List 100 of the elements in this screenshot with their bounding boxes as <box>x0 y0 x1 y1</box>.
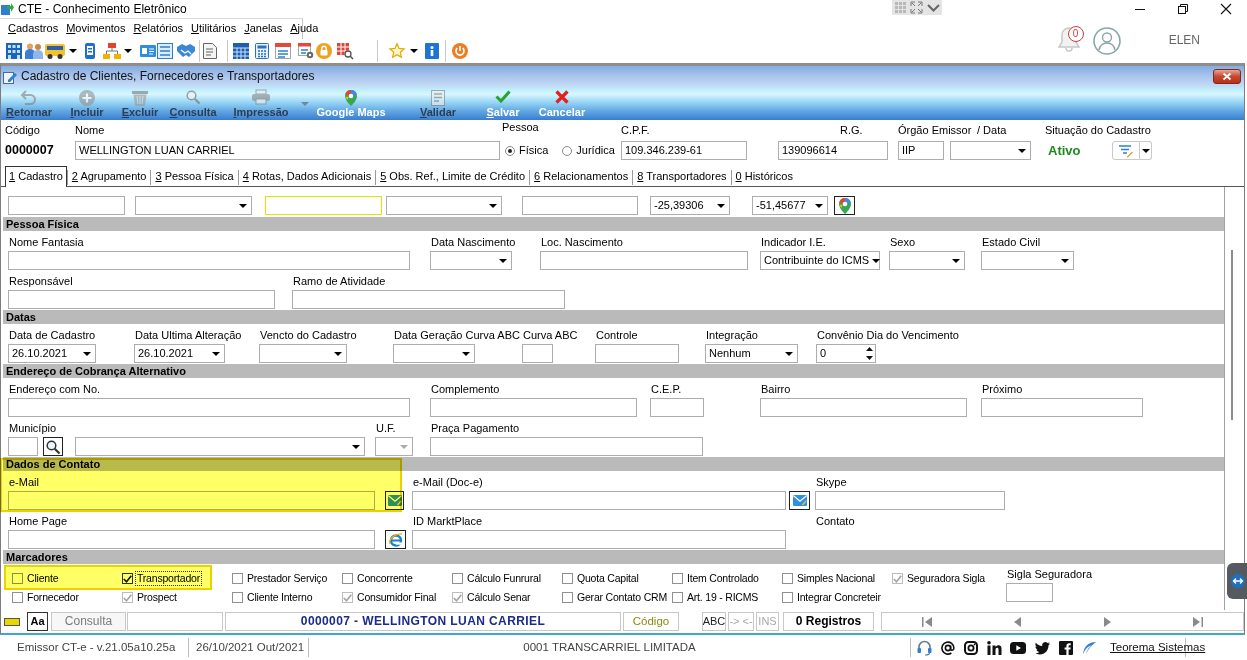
caret-down-icon[interactable] <box>69 49 77 53</box>
bus-icon[interactable] <box>45 43 65 59</box>
instagram-icon[interactable] <box>964 640 978 655</box>
people-icon[interactable] <box>25 43 43 59</box>
sort-order-button[interactable]: Código <box>623 612 679 631</box>
table-search-icon[interactable] <box>337 43 353 59</box>
text-field[interactable]: 109.346.239-61 <box>621 141 747 160</box>
calculator-icon[interactable] <box>255 43 269 59</box>
dropdown-field[interactable] <box>950 141 1031 160</box>
search-button[interactable] <box>43 437 63 456</box>
dropdown-field[interactable]: -25,39306 <box>650 196 730 215</box>
radio-option[interactable]: Física <box>505 143 549 158</box>
text-field[interactable] <box>650 398 704 417</box>
dropdown-field[interactable]: Nenhum <box>705 344 798 363</box>
checkbox-option[interactable]: Fornecedor <box>12 590 81 605</box>
star-icon[interactable] <box>389 43 405 59</box>
menu-item[interactable]: Cadastros <box>4 22 63 36</box>
checkbox-option[interactable]: Art. 19 - RICMS <box>672 590 761 605</box>
text-field[interactable] <box>265 196 382 215</box>
tab[interactable]: 4 Rotas, Dados Adicionais <box>238 168 376 186</box>
checkbox-option[interactable]: Item Controlado <box>672 571 761 586</box>
rectangle-icon[interactable] <box>4 617 20 626</box>
tab[interactable]: 5 Obs. Ref., Limite de Crédito <box>376 168 530 186</box>
dropdown-field[interactable] <box>259 344 347 363</box>
checkbox-option[interactable]: Integrar Concreteir <box>782 590 883 605</box>
dropdown-field[interactable] <box>75 437 365 456</box>
calendar-icon[interactable] <box>275 43 291 59</box>
chevron-down-icon[interactable] <box>926 3 940 12</box>
text-field[interactable]: WELLINGTON LUAN CARRIEL <box>75 141 500 160</box>
tab[interactable]: 3 Pessoa Física <box>151 168 238 186</box>
at-sign-icon[interactable] <box>941 640 955 655</box>
text-field[interactable]: 139096614 <box>778 141 888 160</box>
swoosh-logo-icon[interactable] <box>1082 640 1096 655</box>
checkbox-option[interactable]: Gerar Contato CRM <box>562 590 669 605</box>
status-menu-button[interactable] <box>1140 141 1152 160</box>
checkbox-option[interactable]: Prestador Serviço <box>232 571 330 586</box>
dropdown-field[interactable] <box>430 251 512 270</box>
tab[interactable]: 6 Relacionamentos <box>530 168 633 186</box>
checkbox-option[interactable]: Concorrente <box>342 571 415 586</box>
text-field[interactable] <box>1006 583 1053 602</box>
browser-button[interactable] <box>385 530 406 549</box>
bird-icon[interactable] <box>1035 641 1050 654</box>
dropdown-field[interactable] <box>135 196 252 215</box>
power-icon[interactable] <box>452 43 468 59</box>
tab[interactable]: 8 Transportadores <box>633 168 731 186</box>
user-avatar-icon[interactable] <box>1092 26 1121 55</box>
text-field[interactable] <box>522 344 553 363</box>
map-button[interactable] <box>834 196 855 215</box>
dropdown-field[interactable] <box>889 251 965 270</box>
menu-item[interactable]: Utilitários <box>187 22 241 36</box>
dropdown-field[interactable] <box>981 251 1074 270</box>
text-field[interactable] <box>8 530 375 549</box>
tab[interactable]: 2 Agrupamento <box>67 168 151 186</box>
text-field[interactable] <box>595 344 679 363</box>
text-field[interactable] <box>8 398 410 417</box>
tab[interactable]: 0 Históricos <box>731 168 797 186</box>
text-field[interactable] <box>8 491 375 510</box>
checkbox-option[interactable]: Quota Capital <box>562 571 641 586</box>
id-card-icon[interactable] <box>140 45 156 57</box>
headset-icon[interactable] <box>917 640 932 655</box>
text-field[interactable] <box>815 491 1005 510</box>
checkbox-option[interactable]: Simples Nacional <box>782 571 877 586</box>
text-field[interactable] <box>8 437 38 456</box>
text-field[interactable] <box>540 251 748 270</box>
text-field[interactable]: IIP <box>898 141 944 160</box>
caret-down-icon[interactable] <box>124 49 132 53</box>
checkbox-option[interactable]: Cliente <box>12 571 61 586</box>
checkbox-option[interactable]: Cálculo Funrural <box>452 571 543 586</box>
calendar-grid-icon[interactable] <box>233 43 249 59</box>
text-field[interactable] <box>412 491 786 510</box>
menu-item[interactable]: Movimentos <box>62 22 130 36</box>
expand-icon[interactable] <box>910 2 922 13</box>
calendar-gear-icon[interactable] <box>298 43 314 59</box>
menu-item[interactable]: Janelas <box>240 22 287 36</box>
mobile-icon[interactable] <box>85 43 95 59</box>
menu-item[interactable]: Relatórios <box>129 22 187 36</box>
text-field[interactable] <box>430 398 637 417</box>
text-field[interactable] <box>412 530 786 549</box>
email-button[interactable] <box>789 491 810 510</box>
linkedin-icon[interactable] <box>987 640 1001 655</box>
number-field[interactable]: 0 <box>816 344 876 363</box>
text-field[interactable] <box>430 437 703 456</box>
side-tab-icon[interactable] <box>1227 563 1247 599</box>
dropdown-field[interactable] <box>393 344 475 363</box>
spin-arrows-icon[interactable] <box>866 347 873 360</box>
scrollbar-thumb[interactable] <box>1231 250 1233 420</box>
tab[interactable]: 1 Cadastro <box>5 166 67 187</box>
text-field[interactable] <box>981 398 1143 417</box>
email-button[interactable] <box>385 491 404 510</box>
facebook-icon[interactable] <box>1059 640 1073 655</box>
checkbox-option[interactable]: Cliente Interno <box>232 590 315 605</box>
list-icon[interactable] <box>157 43 173 59</box>
building-icon[interactable] <box>6 43 22 59</box>
dropdown-field[interactable]: -51,45677 <box>752 196 828 215</box>
dropdown-field[interactable] <box>386 196 502 215</box>
text-field[interactable] <box>8 290 275 309</box>
video-play-icon[interactable] <box>1010 641 1026 654</box>
handshake-icon[interactable] <box>177 44 195 58</box>
caret-down-icon[interactable] <box>410 49 418 53</box>
text-field[interactable] <box>8 196 125 215</box>
